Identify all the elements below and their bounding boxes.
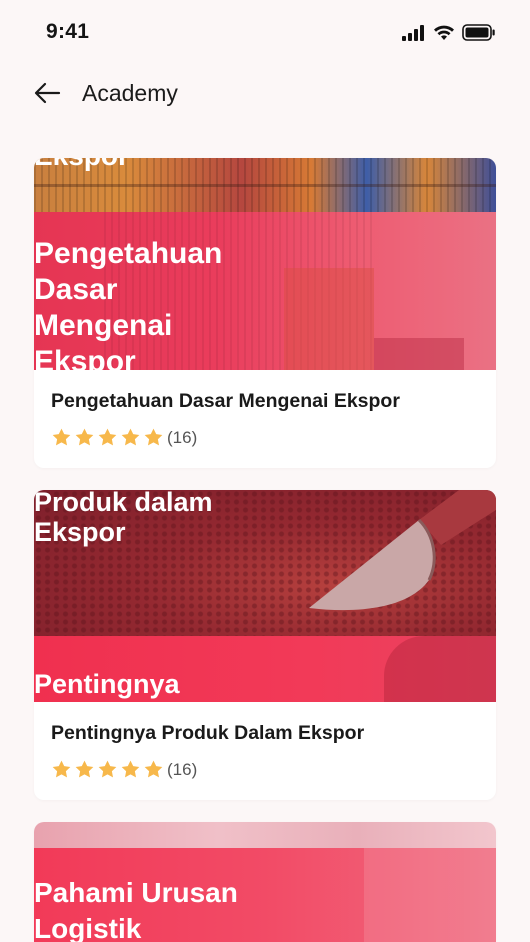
status-bar: 9:41: [0, 0, 530, 64]
course-card[interactable]: Produk dalam Ekspor Pentingnya Pentingny…: [34, 490, 496, 800]
battery-icon: [462, 24, 495, 41]
course-thumbnail: Ekspor Pengetahuan Dasar Mengenai Ekspor: [34, 158, 496, 370]
thumbnail-overlay-text: Ekspor: [34, 345, 136, 370]
page-title: Academy: [82, 80, 178, 106]
arrow-left-icon: [34, 82, 61, 104]
course-rating: (16): [51, 427, 197, 448]
thumbnail-overlay-text: Ekspor: [34, 517, 126, 547]
thumbnail-overlay-text: Dasar: [34, 273, 118, 306]
course-title: Pengetahuan Dasar Mengenai Ekspor: [51, 390, 400, 412]
star-icon: [121, 428, 140, 446]
app-header: Academy: [0, 72, 530, 118]
thumbnail-overlay-text: Pahami Urusan: [34, 877, 238, 908]
course-thumbnail: Pahami Urusan Logistik: [34, 822, 496, 942]
scoop-image: [309, 490, 496, 611]
thumbnail-overlay-text: Pentingnya: [34, 669, 180, 699]
star-icon: [98, 428, 117, 446]
thumbnail-text-block: Pengetahuan Dasar Mengenai Ekspor: [34, 236, 222, 370]
status-time: 9:41: [46, 20, 90, 43]
thumbnail-overlay-text: Mengenai: [34, 309, 173, 342]
course-title: Pentingnya Produk Dalam Ekspor: [51, 722, 365, 744]
star-icon: [121, 760, 140, 778]
star-icon: [75, 760, 94, 778]
star-icon: [144, 428, 163, 446]
back-button[interactable]: [32, 78, 68, 110]
wifi-icon: [434, 25, 454, 40]
thumbnail-overlay-text: Pengetahuan: [34, 237, 223, 270]
thumbnail-overlay-text: Ekspor: [34, 158, 129, 174]
course-card[interactable]: Ekspor Pengetahuan Dasar Mengenai Ekspor…: [34, 158, 496, 468]
cellular-signal-icon: [402, 24, 424, 41]
star-icon: [75, 428, 94, 446]
course-card[interactable]: Pahami Urusan Logistik: [34, 822, 496, 942]
star-icon: [98, 760, 117, 778]
thumbnail-overlay-text: Logistik: [34, 913, 142, 942]
star-icon: [52, 760, 71, 778]
course-thumbnail: Produk dalam Ekspor Pentingnya: [34, 490, 496, 702]
course-rating: (16): [51, 759, 197, 780]
course-info: Pentingnya Produk Dalam Ekspor (16): [34, 702, 496, 800]
star-icon: [52, 428, 71, 446]
rating-count: (16): [167, 759, 198, 779]
rating-count: (16): [167, 427, 198, 447]
status-icons: [402, 24, 496, 41]
course-info: Pengetahuan Dasar Mengenai Ekspor (16): [34, 370, 496, 468]
star-icon: [144, 760, 163, 778]
